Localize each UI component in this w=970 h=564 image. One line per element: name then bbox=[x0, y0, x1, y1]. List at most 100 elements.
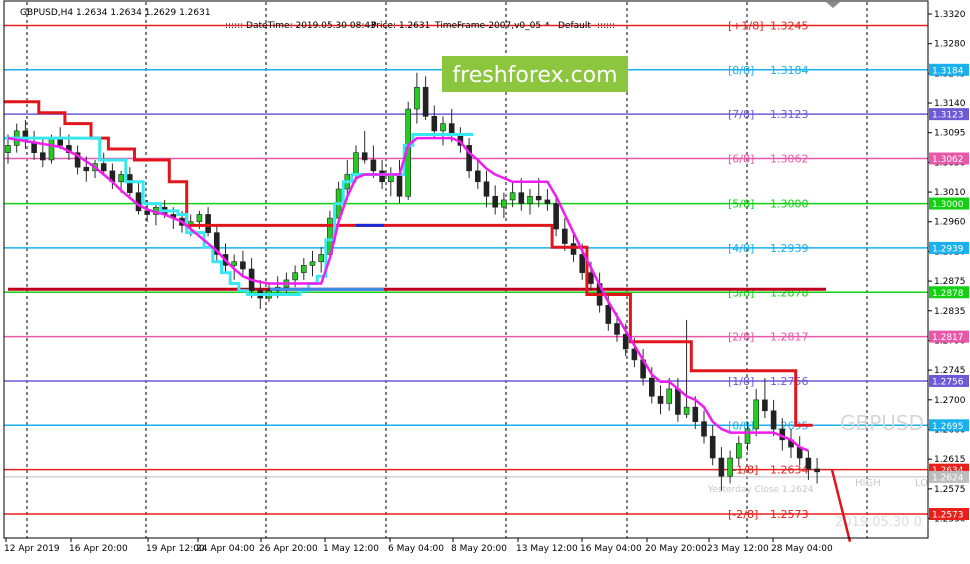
indicator-info-default: Default bbox=[558, 21, 591, 31]
bottom-watermark: 2019.05.30 0 bbox=[835, 515, 922, 530]
level-value-7: 1.2817 bbox=[770, 331, 809, 344]
level-price-tag-text-9: 1.2573 bbox=[932, 511, 964, 521]
indicator-info-price: Price: 1.2631 bbox=[371, 21, 430, 31]
candle-body-57 bbox=[501, 199, 507, 208]
level-name-2: [7/8] bbox=[728, 108, 754, 121]
candle-body-35 bbox=[309, 261, 316, 266]
candle-body-81 bbox=[709, 435, 716, 459]
candle-body-82 bbox=[718, 457, 725, 477]
candle-body-33 bbox=[292, 272, 298, 281]
indicator-info-star: * bbox=[545, 21, 550, 31]
candle-body-60 bbox=[527, 195, 533, 204]
date-tick-label-4: 26 Apr 20:00 bbox=[259, 544, 318, 554]
level-price-tag-text-1: 1.3123 bbox=[932, 111, 964, 121]
price-tick-label-0: 1.3320 bbox=[934, 10, 966, 20]
candle-body-66 bbox=[579, 254, 586, 273]
candle-body-71 bbox=[622, 334, 629, 350]
candle-body-9 bbox=[83, 166, 90, 172]
level-name-7: [2/8] bbox=[728, 331, 754, 344]
price-tick-label-6: 1.3010 bbox=[934, 188, 966, 198]
symbol-info: GBPUSD,H4 1.2634 1.2634 1.2629 1.2631 bbox=[20, 8, 211, 18]
candle-body-16 bbox=[144, 210, 150, 215]
candle-body-92 bbox=[805, 457, 812, 470]
candle-body-63 bbox=[553, 203, 559, 230]
candle-body-69 bbox=[605, 305, 612, 324]
candle-body-13 bbox=[118, 174, 124, 183]
candle-body-59 bbox=[518, 192, 525, 204]
level-price-tag-text-3: 1.3000 bbox=[932, 200, 964, 210]
price-tag-text-1: 1.2624 bbox=[932, 473, 964, 483]
price-chart-svg[interactable]: [+1/8] 1.3245 [8/8] 1.3184 [7/8] 1.3123 [6/8] 1… bbox=[0, 0, 970, 560]
candle-body-88 bbox=[770, 410, 777, 430]
price-tick-label-4: 1.3095 bbox=[934, 129, 966, 139]
level-value-2: 1.3123 bbox=[770, 108, 809, 121]
price-tick-label-16: 1.2575 bbox=[934, 485, 966, 495]
price-tick-label-12: 1.2745 bbox=[934, 366, 966, 376]
candle-body-34 bbox=[300, 265, 307, 273]
candle-body-22 bbox=[196, 214, 203, 223]
candle-body-75 bbox=[657, 395, 664, 404]
price-tick-label-9: 1.2875 bbox=[934, 277, 966, 287]
freshforex-logo-text: freshforex.com bbox=[452, 63, 617, 88]
candle-body-26 bbox=[231, 261, 237, 266]
level-name-0: [+1/8] bbox=[728, 19, 764, 32]
level-value-3: 1.3062 bbox=[770, 152, 809, 165]
candle-body-54 bbox=[474, 170, 481, 183]
date-tick-label-3: 24 Apr 04:00 bbox=[196, 544, 255, 554]
level-value-8: 1.2756 bbox=[770, 375, 809, 388]
candle-body-85 bbox=[744, 428, 751, 444]
chart-area[interactable]: [+1/8] 1.3245 [8/8] 1.3184 [7/8] 1.3123 [6/8] 1… bbox=[0, 0, 970, 560]
level-name-5: [4/8] bbox=[728, 242, 754, 255]
indicator-info-timeframe: TimeFrame-2007,v0_05 bbox=[434, 21, 541, 31]
candle-body-86 bbox=[753, 399, 760, 430]
date-tick-label-6: 6 May 04:00 bbox=[388, 544, 444, 554]
candle-body-40 bbox=[353, 152, 359, 175]
indicator-info-datetime: :::::: DateTime: 2019.05.30 08:43 bbox=[225, 21, 376, 31]
candle-body-45 bbox=[396, 174, 403, 197]
candle-body-5 bbox=[48, 137, 55, 161]
indicator-info-end: :::::: bbox=[597, 21, 615, 31]
level-price-tag-text-4: 1.2939 bbox=[932, 244, 964, 254]
level-price-tag-text-5: 1.2878 bbox=[932, 289, 964, 299]
candle-body-36 bbox=[318, 254, 325, 263]
price-tick-label-1: 1.3280 bbox=[934, 40, 966, 50]
level-price-tag-text-6: 1.2817 bbox=[932, 333, 964, 343]
level-price-tag-text-8: 1.2695 bbox=[932, 422, 964, 432]
candle-body-84 bbox=[735, 443, 742, 459]
date-tick-label-12: 28 May 04:00 bbox=[771, 544, 833, 554]
candle-body-11 bbox=[100, 163, 107, 172]
level-name-9: [0/8] bbox=[728, 419, 754, 432]
candle-body-23 bbox=[205, 214, 211, 233]
price-tick-label-13: 1.2700 bbox=[934, 396, 966, 406]
level-name-4: [5/8] bbox=[728, 198, 754, 211]
candle-body-78 bbox=[683, 406, 690, 415]
level-name-1: [8/8] bbox=[728, 64, 754, 77]
level-value-0: 1.3245 bbox=[770, 19, 809, 32]
candle-body-65 bbox=[570, 243, 577, 255]
date-tick-label-10: 20 May 20:00 bbox=[645, 544, 707, 554]
candle-body-0 bbox=[5, 145, 11, 153]
yesterday-close-label: Yesterday Close 1.2624 bbox=[707, 485, 814, 495]
candle-body-93 bbox=[814, 468, 820, 473]
level-price-tag-text-2: 1.3062 bbox=[932, 155, 964, 165]
level-name-3: [6/8] bbox=[728, 152, 754, 165]
candle-body-62 bbox=[544, 199, 551, 204]
date-tick-label-8: 13 May 12:00 bbox=[516, 544, 578, 554]
candle-body-70 bbox=[614, 323, 620, 335]
level-price-tag-text-0: 1.3184 bbox=[932, 66, 964, 76]
date-tick-label-11: 23 May 12:00 bbox=[707, 544, 769, 554]
candle-body-67 bbox=[588, 272, 594, 284]
candle-body-74 bbox=[648, 377, 655, 397]
date-tick-label-0: 12 Apr 2019 bbox=[4, 544, 60, 554]
price-tick-label-7: 1.2960 bbox=[934, 218, 966, 228]
side-label-low: LO bbox=[915, 478, 928, 489]
level-value-11: 1.2573 bbox=[770, 508, 809, 521]
level-value-4: 1.3000 bbox=[770, 198, 809, 211]
candle-body-77 bbox=[675, 388, 681, 415]
side-label-high: HIGH bbox=[855, 478, 881, 489]
level-value-1: 1.3184 bbox=[770, 64, 809, 77]
price-tick-label-10: 1.2835 bbox=[934, 307, 966, 317]
candle-body-27 bbox=[240, 261, 246, 270]
price-tick-label-3: 1.3140 bbox=[934, 99, 966, 109]
symbol-watermark: GBPUSD bbox=[840, 411, 924, 435]
